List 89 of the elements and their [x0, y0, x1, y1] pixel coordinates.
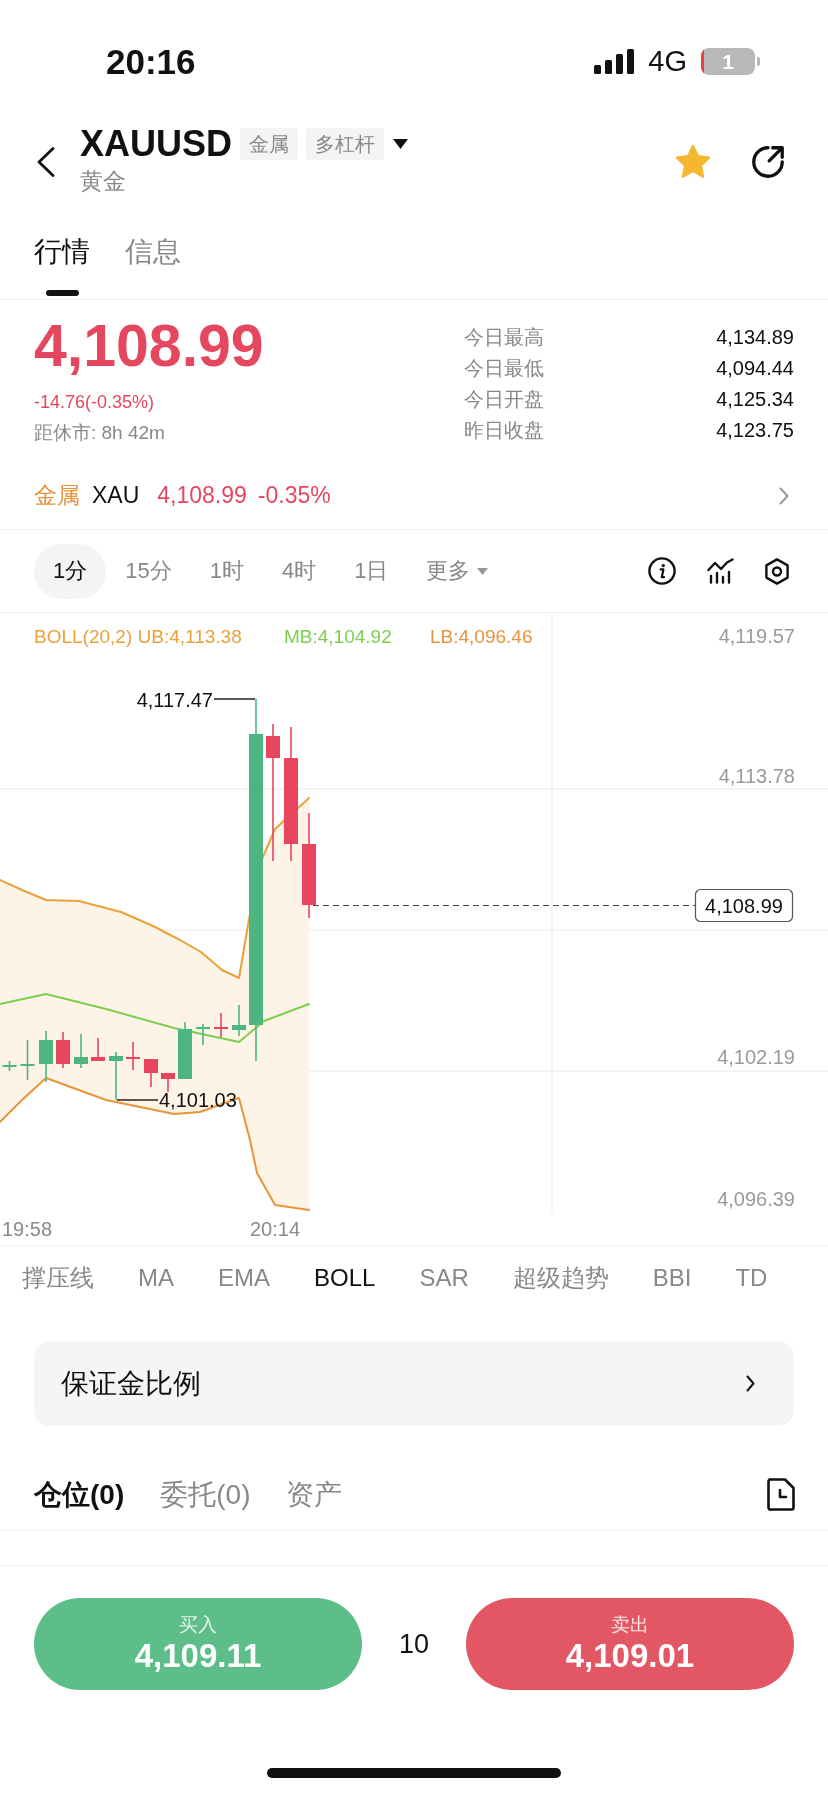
sell-price: 4,109.01	[565, 1638, 695, 1674]
leader-line	[116, 1099, 159, 1101]
signal-icon	[594, 49, 635, 74]
interval-tab[interactable]: 1分	[34, 543, 107, 599]
low-price-label: 4,101.03	[159, 1089, 237, 1111]
bullish-candle	[74, 1033, 88, 1069]
stat-label: 今日最低	[464, 356, 544, 381]
indicator-tab[interactable]: BBI	[652, 1261, 692, 1294]
stat-value: 4,094.44	[716, 357, 794, 380]
bullish-candle	[232, 1004, 246, 1037]
battery-level: 1	[722, 49, 734, 74]
last-price-tag: 4,108.99	[694, 888, 794, 923]
interval-tab[interactable]: 1日	[335, 543, 408, 599]
leader-line	[213, 698, 256, 700]
y-axis-label: 4,102.19	[717, 1046, 795, 1068]
sector-symbol: XAU	[92, 482, 140, 509]
bullish-candle	[39, 1030, 53, 1083]
position-tab[interactable]: 仓位(0)	[34, 1476, 125, 1513]
bullish-candle	[196, 1023, 210, 1046]
market-close-countdown: 距休市: 8h 42m	[34, 421, 165, 445]
bearish-candle	[161, 1072, 175, 1093]
order-quantity[interactable]: 10	[398, 1628, 429, 1660]
sell-label: 卖出	[611, 1614, 649, 1636]
bollinger-legend: BOLL(20,2) UB:4,113.38	[34, 625, 242, 647]
stat-label: 昨日收盘	[464, 418, 544, 443]
status-time: 20:16	[106, 44, 196, 79]
bearish-candle	[126, 1041, 140, 1071]
info-icon[interactable]	[648, 557, 676, 585]
back-icon[interactable]	[37, 147, 55, 177]
stat-label: 今日最高	[464, 325, 544, 350]
document-clock-icon[interactable]	[767, 1478, 795, 1511]
stat-value: 4,134.89	[716, 326, 794, 349]
sector-change: -0.35%	[257, 482, 331, 509]
interval-tab[interactable]: 4时	[263, 543, 336, 599]
tab[interactable]: 信息	[125, 212, 181, 299]
price-change: -14.76(-0.35%)	[34, 391, 155, 414]
caret-icon[interactable]	[393, 139, 408, 149]
chevron-right-icon[interactable]	[779, 486, 789, 505]
bearish-candle	[91, 1037, 105, 1062]
bullish-candle	[109, 1051, 123, 1101]
margin-ratio-button[interactable]: 保证金比例	[34, 1341, 794, 1426]
indicator-tab[interactable]: SAR	[419, 1261, 469, 1294]
y-axis-label: 4,113.78	[718, 765, 795, 787]
position-tab[interactable]: 委托(0)	[160, 1476, 251, 1513]
buy-button[interactable]: 买入 4,109.11	[34, 1598, 362, 1690]
stat-value: 4,125.34	[716, 388, 794, 411]
bearish-candle	[144, 1058, 158, 1088]
chevron-right-icon	[746, 1375, 755, 1392]
network-type: 4G	[648, 44, 687, 79]
indicator-tab[interactable]: 超级趋势	[512, 1261, 609, 1294]
bullish-candle	[178, 1021, 192, 1080]
share-icon[interactable]	[752, 146, 784, 178]
stat-value: 4,123.75	[716, 419, 794, 442]
settings-icon[interactable]	[765, 557, 789, 585]
symbol-title: XAUUSD	[80, 124, 232, 164]
indicator-tab[interactable]: MA	[138, 1261, 174, 1294]
high-price-label: 4,117.47	[136, 689, 213, 711]
last-price: 4,108.99	[34, 314, 264, 378]
sector-price: 4,108.99	[157, 482, 247, 509]
y-axis-label: 4,096.39	[717, 1188, 795, 1210]
stat-label: 今日开盘	[464, 387, 544, 412]
star-icon[interactable]	[676, 145, 710, 179]
buy-price: 4,109.11	[134, 1638, 262, 1674]
bullish-candle	[20, 1039, 35, 1081]
interval-tab[interactable]: 更多	[407, 543, 508, 599]
y-axis-label: 4,119.57	[718, 625, 795, 647]
x-axis-label: 19:58	[2, 1218, 53, 1240]
indicator-tab[interactable]: 撑压线	[22, 1261, 94, 1294]
chart-icon[interactable]	[707, 558, 734, 584]
symbol-subtitle: 黄金	[80, 168, 126, 194]
bearish-candle	[214, 1012, 228, 1038]
caret-icon	[477, 567, 489, 575]
position-tab[interactable]: 资产	[286, 1476, 343, 1513]
interval-tab[interactable]: 15分	[106, 543, 191, 599]
tab[interactable]: 行情	[34, 212, 90, 299]
interval-tab[interactable]: 1时	[190, 543, 263, 599]
symbol-tag: 金属	[240, 128, 298, 160]
buy-label: 买入	[179, 1614, 217, 1636]
sector-label: 金属	[34, 481, 80, 510]
symbol-tag: 多杠杆	[306, 128, 384, 160]
bullish-candle	[2, 1060, 17, 1072]
indicator-tab[interactable]: BOLL	[314, 1261, 376, 1294]
bollinger-legend: LB:4,096.46	[430, 625, 533, 647]
sell-button[interactable]: 卖出 4,109.01	[466, 1598, 794, 1690]
bollinger-legend: MB:4,104.92	[284, 625, 392, 647]
indicator-tab[interactable]: EMA	[218, 1261, 270, 1294]
bearish-candle	[56, 1031, 70, 1069]
indicator-tab[interactable]: TD	[735, 1261, 768, 1294]
x-axis-label: 20:14	[249, 1218, 301, 1240]
